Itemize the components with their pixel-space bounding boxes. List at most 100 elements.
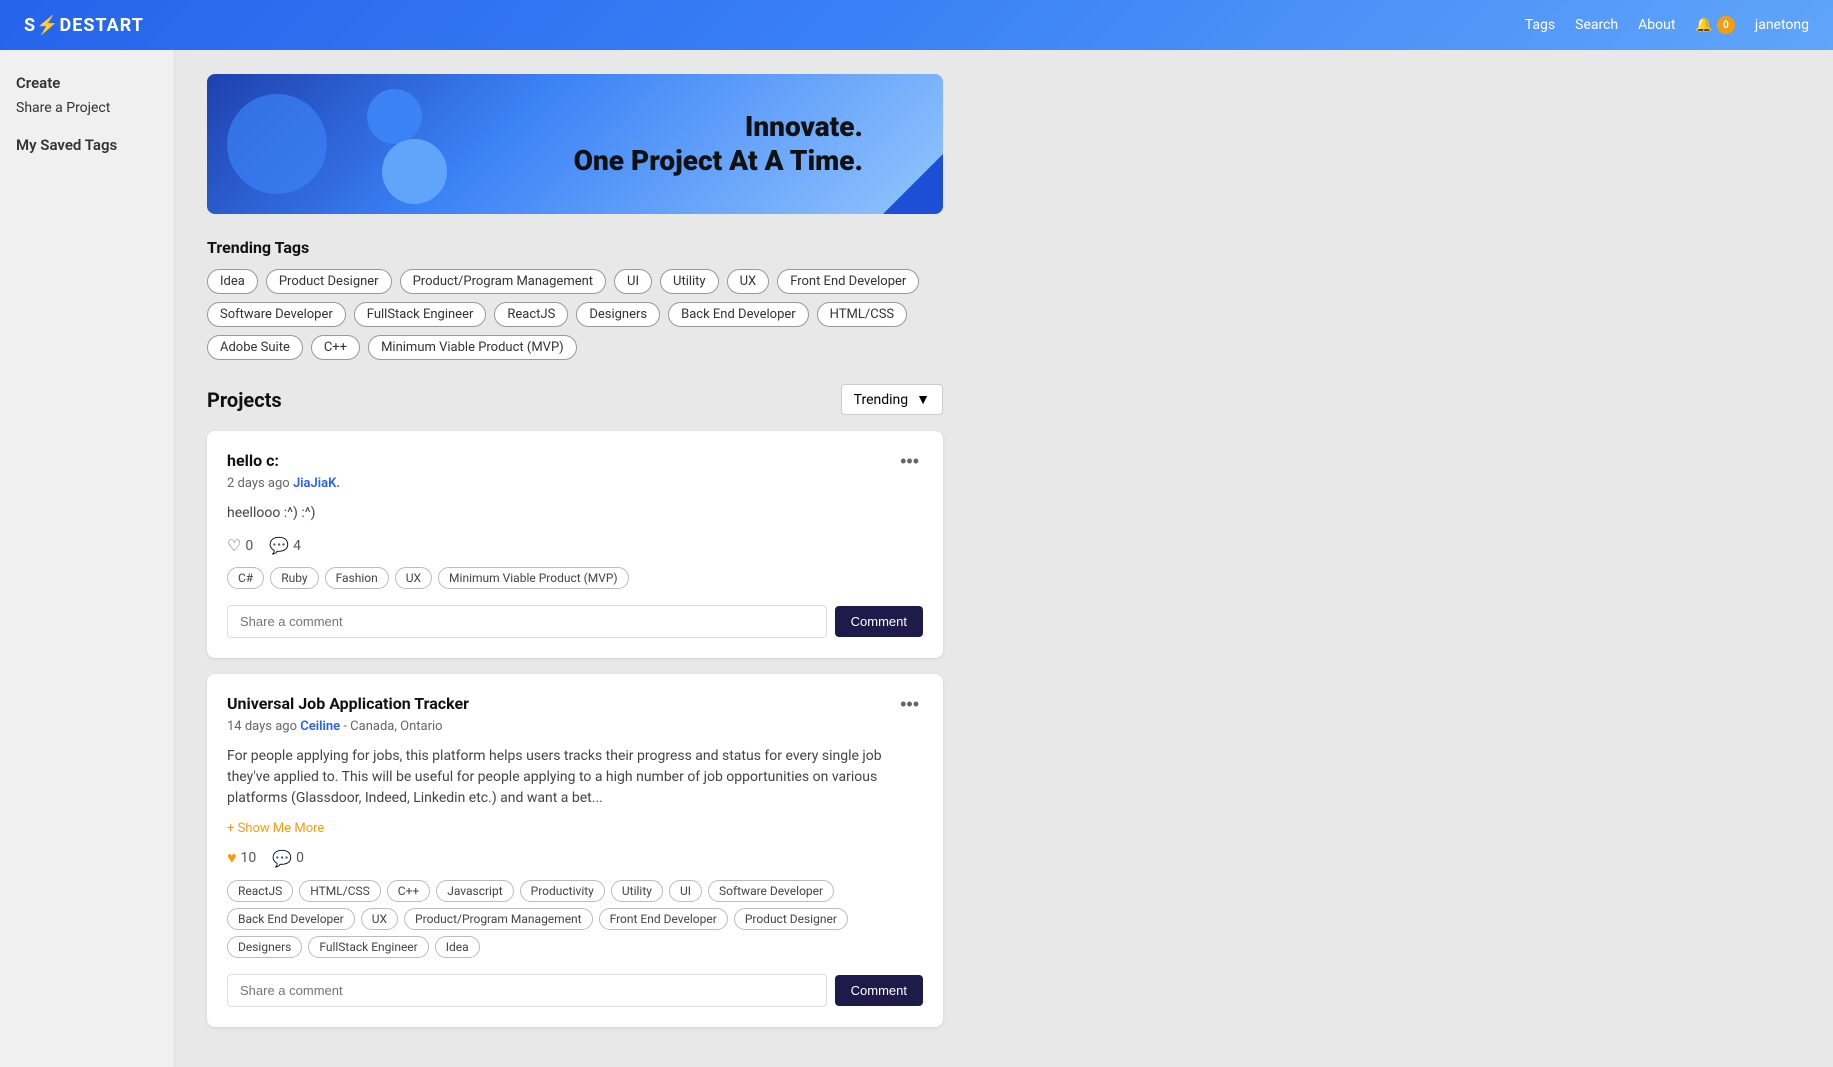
bell-icon: 🔔	[1695, 17, 1712, 33]
comment-icon: 💬	[269, 536, 289, 555]
header-nav: Tags Search About 🔔 0 janetong	[1525, 16, 1809, 34]
sort-dropdown[interactable]: Trending ▼	[841, 384, 943, 415]
project-tag[interactable]: Software Developer	[708, 880, 834, 902]
project-tag[interactable]: Back End Developer	[227, 908, 355, 930]
trending-tag[interactable]: Software Developer	[207, 302, 346, 327]
project-tag[interactable]: Idea	[435, 936, 480, 958]
trending-tag[interactable]: Designers	[576, 302, 660, 327]
project-title: Universal Job Application Tracker	[227, 694, 469, 713]
project-description: heellooo :^) :^)	[227, 503, 923, 524]
likes-action[interactable]: ♡ 0	[227, 536, 253, 555]
chevron-down-icon: ▼	[916, 391, 930, 408]
sidebar-my-saved-tags[interactable]: My Saved Tags	[16, 136, 158, 154]
comment-row: Comment	[227, 974, 923, 1007]
header: S⚡S⚡DESTARTDESTART Tags Search About 🔔 0…	[0, 0, 1833, 50]
project-tag[interactable]: UX	[361, 908, 398, 930]
likes-action[interactable]: ♥ 10	[227, 848, 256, 868]
project-time: 2 days ago	[227, 476, 293, 491]
project-card: hello c: ••• 2 days ago JiaJiaK. heelloo…	[207, 431, 943, 658]
comment-button[interactable]: Comment	[835, 975, 923, 1006]
trending-tag[interactable]: Idea	[207, 269, 258, 294]
project-header: hello c: •••	[227, 451, 923, 472]
comment-input[interactable]	[227, 605, 827, 638]
logo[interactable]: S⚡S⚡DESTARTDESTART	[24, 15, 144, 36]
project-card: Universal Job Application Tracker ••• 14…	[207, 674, 943, 1027]
project-actions: ♥ 10 💬 0	[227, 848, 923, 868]
projects-header: Projects Trending ▼	[207, 384, 943, 415]
project-tag[interactable]: UX	[395, 567, 432, 589]
project-tag[interactable]: Ruby	[270, 567, 318, 589]
project-tag[interactable]: Javascript	[436, 880, 513, 902]
trending-tag[interactable]: Product Designer	[266, 269, 392, 294]
main-content: Innovate. One Project At A Time. Trendin…	[175, 50, 975, 1067]
projects-list: hello c: ••• 2 days ago JiaJiaK. heelloo…	[207, 431, 943, 1027]
banner-circle-small	[382, 139, 447, 204]
sidebar-create-label: Create	[16, 74, 158, 92]
projects-title: Projects	[207, 388, 282, 412]
banner-decoration	[207, 74, 538, 214]
likes-count: 0	[245, 538, 253, 554]
project-tag[interactable]: Product/Program Management	[404, 908, 593, 930]
project-actions: ♡ 0 💬 4	[227, 536, 923, 555]
nav-about[interactable]: About	[1638, 17, 1675, 33]
project-tag[interactable]: Product Designer	[734, 908, 848, 930]
project-tag[interactable]: Utility	[611, 880, 663, 902]
project-tag[interactable]: Productivity	[520, 880, 605, 902]
trending-tag[interactable]: Back End Developer	[668, 302, 809, 327]
trending-tag[interactable]: Front End Developer	[777, 269, 919, 294]
layout: Create Share a Project My Saved Tags Inn…	[0, 50, 1833, 1067]
project-meta: 14 days ago Ceiline - Canada, Ontario	[227, 719, 923, 734]
trending-tag[interactable]: UI	[614, 269, 652, 294]
show-more-btn[interactable]: + Show Me More	[227, 821, 923, 836]
project-location: - Canada, Ontario	[340, 719, 442, 734]
trending-tag[interactable]: Adobe Suite	[207, 335, 303, 360]
project-tag[interactable]: HTML/CSS	[299, 880, 381, 902]
notification-badge: 0	[1717, 16, 1735, 34]
project-tag[interactable]: C++	[387, 880, 430, 902]
project-tag[interactable]: ReactJS	[227, 880, 293, 902]
project-time: 14 days ago	[227, 719, 300, 734]
nav-tags[interactable]: Tags	[1525, 17, 1555, 33]
banner-circle-big	[227, 94, 327, 194]
banner-circle-medium	[367, 89, 422, 144]
trending-tag[interactable]: Product/Program Management	[400, 269, 606, 294]
comments-action[interactable]: 💬 4	[269, 536, 301, 555]
project-tag[interactable]: FullStack Engineer	[308, 936, 428, 958]
trending-tag[interactable]: C++	[311, 335, 360, 360]
trending-tag[interactable]: FullStack Engineer	[354, 302, 487, 327]
sidebar-share-project[interactable]: Share a Project	[16, 100, 158, 116]
sidebar: Create Share a Project My Saved Tags	[0, 50, 175, 1067]
project-tag[interactable]: Minimum Viable Product (MVP)	[438, 567, 629, 589]
project-author[interactable]: JiaJiaK.	[293, 476, 340, 491]
comments-count: 0	[296, 850, 304, 866]
project-tags: C# Ruby Fashion UX Minimum Viable Product (M…	[227, 567, 923, 589]
project-tag[interactable]: UI	[669, 880, 702, 902]
banner-triangle	[883, 154, 943, 214]
project-tag[interactable]: Fashion	[325, 567, 389, 589]
comments-action[interactable]: 💬 0	[272, 849, 304, 868]
notification-icon[interactable]: 🔔 0	[1695, 16, 1734, 34]
likes-count: 10	[241, 850, 257, 866]
trending-tag[interactable]: Minimum Viable Product (MVP)	[368, 335, 577, 360]
nav-search[interactable]: Search	[1575, 17, 1618, 33]
comment-input[interactable]	[227, 974, 827, 1007]
heart-icon[interactable]: ♥	[227, 848, 237, 868]
trending-tag[interactable]: ReactJS	[494, 302, 568, 327]
username-link[interactable]: janetong	[1755, 17, 1809, 33]
project-tag[interactable]: Front End Developer	[599, 908, 728, 930]
banner-line2: One Project At A Time.	[574, 144, 863, 178]
more-options-button[interactable]: •••	[896, 694, 923, 715]
project-tag[interactable]: C#	[227, 567, 264, 589]
banner-text: Innovate. One Project At A Time.	[574, 110, 863, 177]
more-options-button[interactable]: •••	[896, 451, 923, 472]
comment-button[interactable]: Comment	[835, 606, 923, 637]
heart-icon[interactable]: ♡	[227, 536, 241, 555]
trending-tag[interactable]: HTML/CSS	[817, 302, 907, 327]
banner-line1: Innovate.	[574, 110, 863, 144]
trending-tag[interactable]: UX	[727, 269, 770, 294]
project-description: For people applying for jobs, this platf…	[227, 746, 923, 809]
project-author[interactable]: Ceiline	[300, 719, 340, 734]
project-tag[interactable]: Designers	[227, 936, 302, 958]
trending-tag[interactable]: Utility	[660, 269, 719, 294]
project-title: hello c:	[227, 451, 279, 470]
